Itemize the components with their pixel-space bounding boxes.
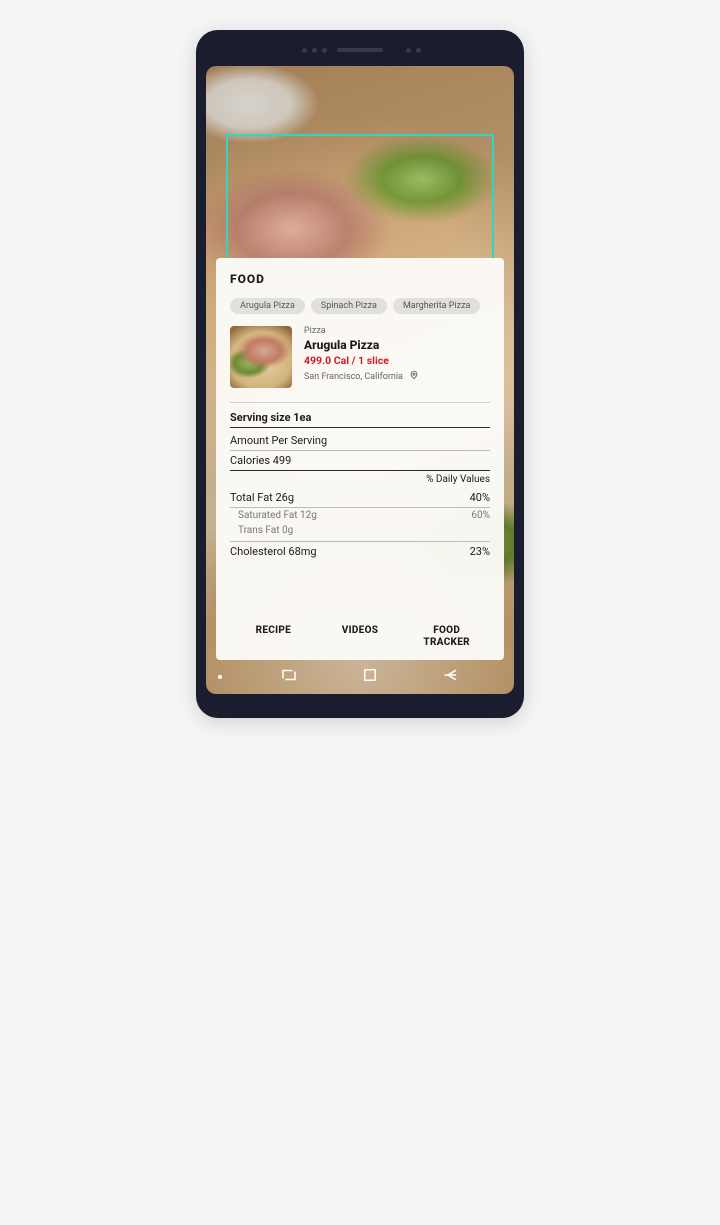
cholesterol-label: Cholesterol 68mg: [230, 545, 317, 558]
food-info-card: FOOD Arugula Pizza Spinach Pizza Margher…: [216, 258, 504, 660]
food-tracker-button[interactable]: FOOD TRACKER: [403, 625, 490, 648]
amount-per-serving: Amount Per Serving: [230, 431, 490, 451]
nav-indicator-dot: [218, 675, 222, 679]
card-action-bar: RECIPE VIDEOS FOOD TRACKER: [230, 615, 490, 660]
food-location-text: San Francisco, California: [304, 372, 403, 382]
cholesterol-pct: 23%: [470, 545, 490, 558]
chip-arugula-pizza[interactable]: Arugula Pizza: [230, 298, 305, 314]
earpiece: [337, 48, 383, 52]
food-item-info: Pizza Arugula Pizza 499.0 Cal / 1 slice …: [304, 326, 490, 388]
food-name: Arugula Pizza: [304, 338, 490, 352]
saturated-fat-row: Saturated Fat 12g 60%: [230, 508, 490, 523]
sensor-dot: [312, 48, 317, 53]
total-fat-pct: 40%: [470, 491, 490, 504]
saturated-fat-pct: 60%: [471, 510, 490, 521]
sensor-dot: [322, 48, 327, 53]
sensor-dot: [416, 48, 421, 53]
sensor-dot: [406, 48, 411, 53]
android-nav-bar: [206, 660, 514, 694]
food-item-row[interactable]: Pizza Arugula Pizza 499.0 Cal / 1 slice …: [230, 326, 490, 388]
food-category: Pizza: [304, 326, 490, 336]
phone-screen: FOOD Arugula Pizza Spinach Pizza Margher…: [206, 66, 514, 694]
trans-fat-label: Trans Fat 0g: [238, 525, 293, 536]
calories-row: Calories 499: [230, 451, 490, 471]
food-calories-line: 499.0 Cal / 1 slice: [304, 354, 490, 367]
home-icon[interactable]: [361, 666, 379, 688]
chip-spinach-pizza[interactable]: Spinach Pizza: [311, 298, 387, 314]
fat-subrows: Saturated Fat 12g 60% Trans Fat 0g: [230, 508, 490, 542]
calories-label: Calories 499: [230, 454, 291, 467]
back-icon[interactable]: [442, 666, 460, 688]
daily-values-header: % Daily Values: [230, 471, 490, 488]
amount-per-serving-label: Amount Per Serving: [230, 434, 327, 447]
food-tracker-line2: TRACKER: [403, 637, 490, 649]
phone-frame: FOOD Arugula Pizza Spinach Pizza Margher…: [196, 30, 524, 718]
trans-fat-row: Trans Fat 0g: [230, 523, 490, 538]
recents-icon[interactable]: [280, 666, 298, 688]
card-title: FOOD: [230, 272, 490, 286]
divider: [230, 402, 490, 403]
location-pin-icon: [409, 369, 419, 384]
food-thumbnail: [230, 326, 292, 388]
cholesterol-row: Cholesterol 68mg 23%: [230, 542, 490, 561]
videos-button[interactable]: VIDEOS: [317, 625, 404, 648]
suggestion-chips: Arugula Pizza Spinach Pizza Margherita P…: [230, 298, 490, 314]
recipe-button[interactable]: RECIPE: [230, 625, 317, 648]
serving-size: Serving size 1ea: [230, 411, 490, 428]
food-location-line: San Francisco, California: [304, 369, 490, 384]
saturated-fat-label: Saturated Fat 12g: [238, 510, 317, 521]
chip-margherita-pizza[interactable]: Margherita Pizza: [393, 298, 481, 314]
sensor-dot: [302, 48, 307, 53]
total-fat-row: Total Fat 26g 40%: [230, 488, 490, 508]
nutrition-table: Serving size 1ea Amount Per Serving Calo…: [230, 411, 490, 561]
total-fat-label: Total Fat 26g: [230, 491, 294, 504]
food-tracker-line1: FOOD: [403, 625, 490, 637]
